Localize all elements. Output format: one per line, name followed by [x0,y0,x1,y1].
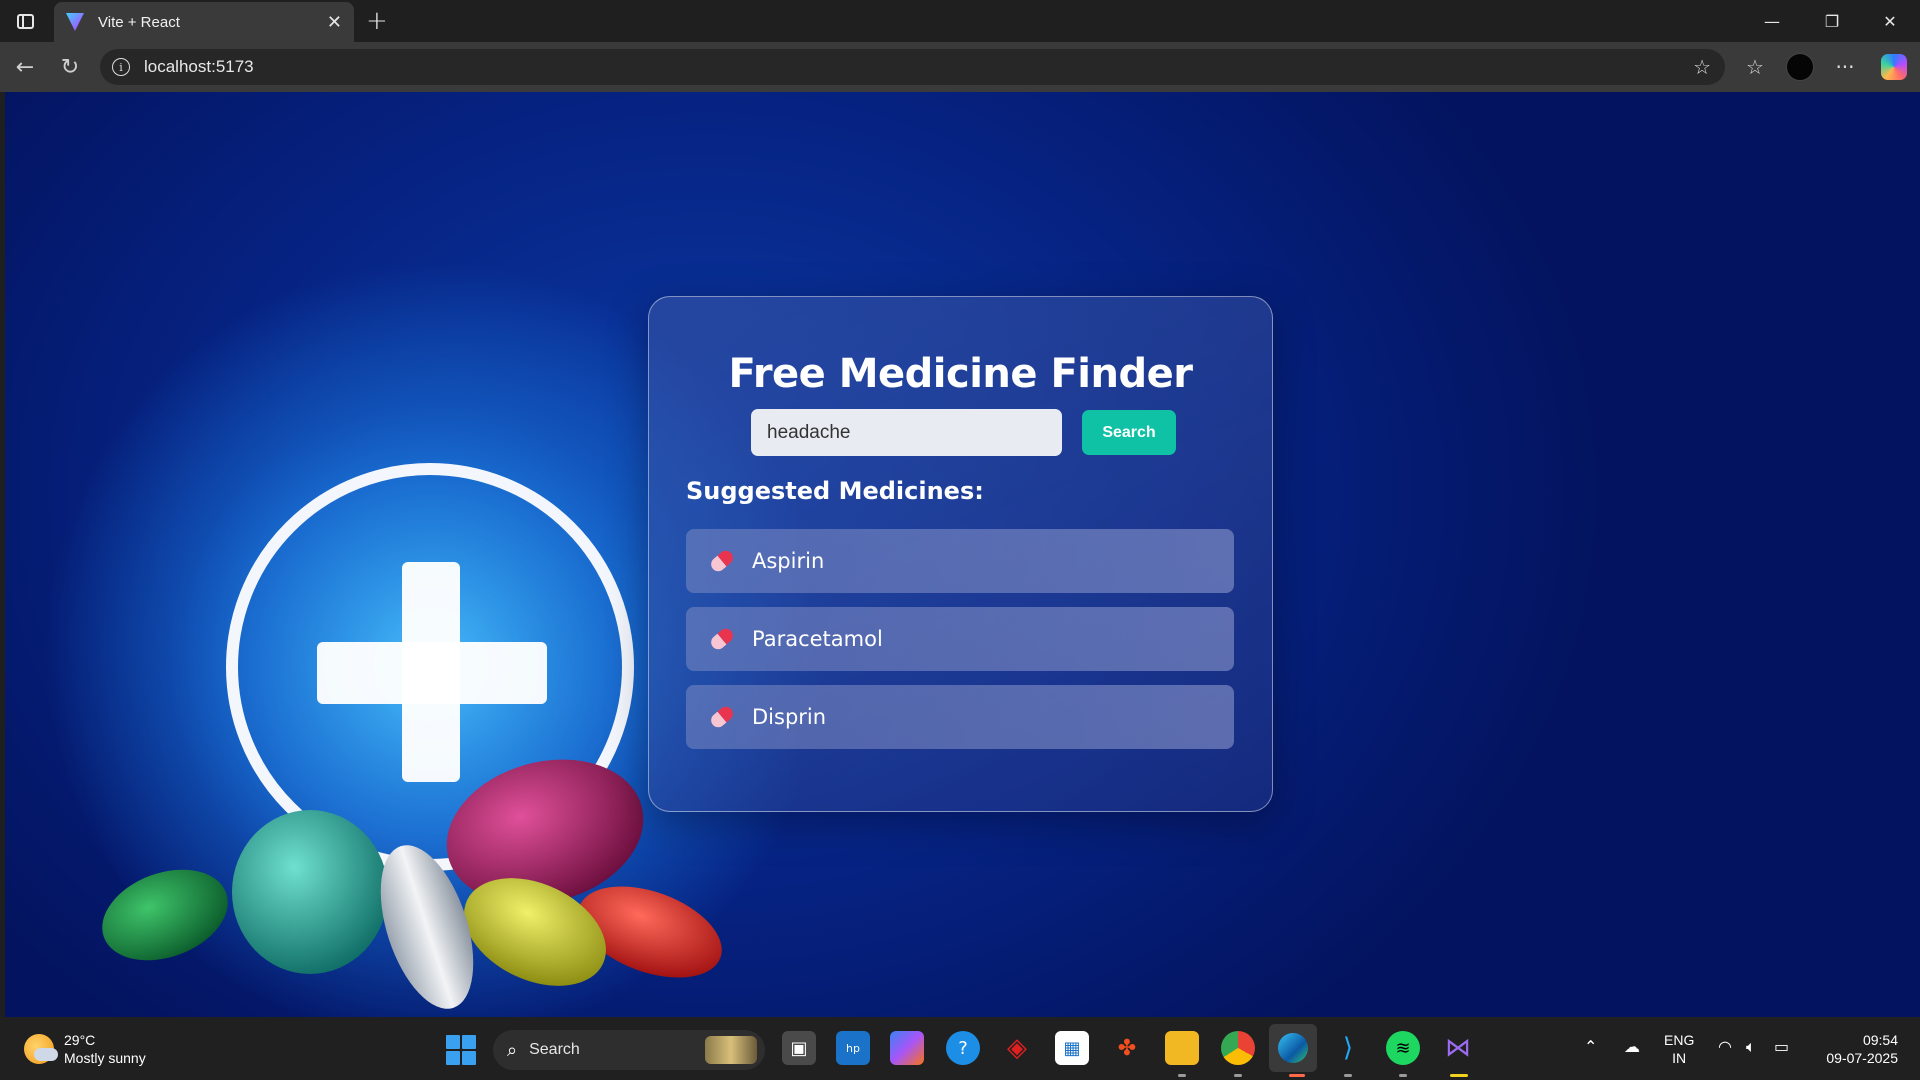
clock-time: 09:54 [1862,1032,1898,1048]
list-item[interactable]: Disprin [686,685,1234,749]
onedrive-icon[interactable]: ☁ [1624,1037,1640,1056]
taskbar-search-label: Search [529,1041,580,1058]
myhp-icon[interactable]: hp [836,1031,870,1065]
medicine-name: Aspirin [752,549,825,573]
back-icon[interactable]: ← [10,52,40,82]
battery-icon[interactable]: ▭ [1774,1037,1789,1056]
vscode-icon[interactable]: ⟩ [1331,1031,1365,1065]
spotify-icon[interactable]: ≋ [1386,1031,1420,1065]
list-item[interactable]: Paracetamol [686,607,1234,671]
volume-icon[interactable]: 🔈︎ [1746,1037,1756,1057]
task-view-icon[interactable]: ▣ [782,1031,816,1065]
search-button[interactable]: Search [1082,410,1176,455]
address-toolbar: ← ↻ i localhost:5173 ☆ ☆ ··· [0,42,1920,92]
microsoft-store-icon[interactable]: ▦ [1055,1031,1089,1065]
restore-icon[interactable]: ❐ [1804,0,1860,42]
clock[interactable]: 09:54 09-07-2025 [1816,1031,1898,1067]
browser-tab-bar: Vite + React ✕ + — ❐ ✕ [0,0,1920,42]
favorites-icon[interactable]: ☆ [1740,52,1770,82]
chrome-icon[interactable] [1221,1031,1255,1065]
close-tab-icon[interactable]: ✕ [327,12,342,33]
search-icon: ⌕ [507,1039,518,1061]
pill-icon [705,622,739,656]
pill-icon [705,544,739,578]
suggestions-heading: Suggested Medicines: [686,477,984,505]
minimize-icon[interactable]: — [1744,0,1800,42]
browser-tab[interactable]: Vite + React ✕ [54,2,354,42]
close-window-icon[interactable]: ✕ [1862,0,1918,42]
address-bar[interactable]: i localhost:5173 ☆ [100,49,1725,85]
search-input[interactable] [751,409,1062,456]
file-explorer-icon[interactable] [1165,1031,1199,1065]
copilot-icon[interactable] [1879,52,1909,82]
weather-widget[interactable]: 29°C Mostly sunny [24,1031,146,1067]
copilot-app-icon[interactable] [890,1031,924,1065]
wifi-icon[interactable]: ◠ [1718,1037,1732,1056]
windows-taskbar: 29°C Mostly sunny ⌕ Search ▣ hp ? ◈ ▦ ✤ … [0,1017,1920,1080]
page-title: Free Medicine Finder [728,351,1193,397]
windows-start-icon[interactable] [446,1035,476,1065]
profile-avatar[interactable] [1785,52,1815,82]
site-info-icon[interactable]: i [112,58,130,76]
weather-description: Mostly sunny [64,1050,146,1066]
edge-icon[interactable] [1269,1024,1317,1072]
search-highlight-icon [705,1036,757,1064]
tab-actions-icon[interactable] [0,0,50,42]
partly-sunny-icon [24,1034,58,1064]
medicine-name: Paracetamol [752,627,883,651]
visual-studio-icon[interactable]: ⋈ [1441,1031,1475,1065]
more-menu-icon[interactable]: ··· [1830,52,1860,82]
taskbar-search[interactable]: ⌕ Search [493,1030,765,1070]
vite-favicon-icon [66,13,84,31]
favorite-star-icon[interactable]: ☆ [1693,55,1711,79]
weather-temperature: 29°C [64,1032,96,1048]
clock-date: 09-07-2025 [1826,1050,1898,1066]
new-tab-icon[interactable]: + [366,6,388,36]
tab-title: Vite + React [98,13,180,31]
language-code: ENG [1664,1032,1695,1048]
chevron-up-icon[interactable]: ⌃ [1584,1037,1597,1056]
page-viewport: Free Medicine Finder Search Suggested Me… [5,92,1920,1017]
language-indicator[interactable]: ENG IN [1664,1031,1694,1067]
list-item[interactable]: Aspirin [686,529,1234,593]
url-text[interactable]: localhost:5173 [144,57,254,77]
help-icon[interactable]: ? [946,1031,980,1065]
region-code: IN [1672,1050,1687,1066]
medicine-name: Disprin [752,705,827,729]
medicine-finder-card: Free Medicine Finder Search Suggested Me… [648,296,1273,812]
mcafee-icon[interactable]: ◈ [1000,1031,1034,1065]
pill-icon [705,700,739,734]
figma-icon[interactable]: ✤ [1110,1031,1144,1065]
refresh-icon[interactable]: ↻ [55,52,85,82]
